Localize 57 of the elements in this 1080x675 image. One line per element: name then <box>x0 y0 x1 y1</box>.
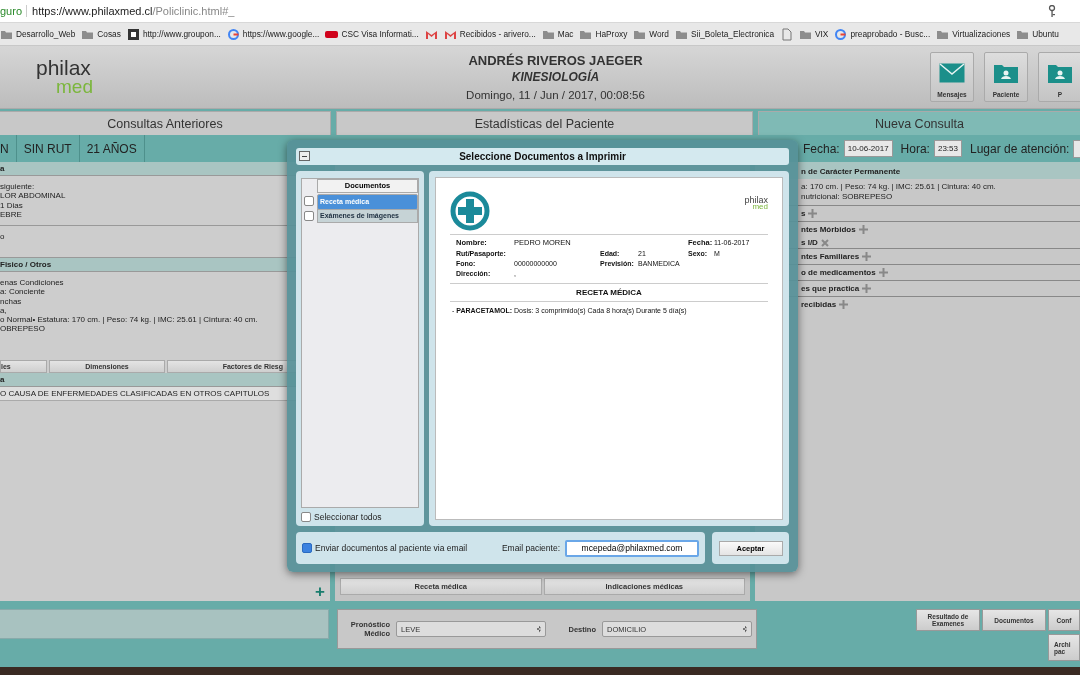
bookmark[interactable]: https://www.google... <box>226 27 320 41</box>
bookmark[interactable]: Cosas <box>81 27 121 41</box>
logo-text: med <box>752 204 768 211</box>
logo-text: med <box>56 77 94 96</box>
date-field[interactable]: 10-06-2017 <box>843 140 893 157</box>
text-line: OBREPESO <box>0 324 45 334</box>
text-line: 1 Dias <box>0 200 23 210</box>
text-line: enas Condiciones <box>0 278 64 288</box>
section-title: o de medicamentos <box>801 268 876 277</box>
address-field[interactable]: https://www.philaxmed.cl/Policlinic.html#_ <box>27 5 1048 17</box>
checkbox-label: Seleccionar todos <box>314 512 382 523</box>
doctor-name: ANDRÉS RIVEROS JAEGER <box>468 53 643 68</box>
text-line: nutricional: SOBREPESO <box>801 192 893 203</box>
tab[interactable]: Nueva Consulta <box>758 111 1080 135</box>
field-label: Fecha: <box>803 141 840 156</box>
specialty: KINESIOLOGÍA <box>511 70 600 84</box>
field-label: Hora: <box>900 141 930 156</box>
bookmark[interactable]: HaProxy <box>579 27 628 41</box>
text-line: EBRE <box>0 209 22 220</box>
bookmark[interactable]: Ubuntu <box>1016 27 1059 41</box>
section-title: es que practica <box>801 284 860 293</box>
section-title: ntes Mórbidos <box>801 225 856 234</box>
section-title: ntes Familiares <box>801 252 860 261</box>
checkbox-label: Enviar documentos al paciente via email <box>315 543 468 554</box>
tab[interactable]: Consultas Anteriores <box>0 111 331 135</box>
text-line: o <box>0 232 5 242</box>
text-line: nchas <box>0 296 22 306</box>
bookmark[interactable]: VIX <box>799 27 829 41</box>
bookmark[interactable]: Virtualizaciones <box>936 27 1011 41</box>
section-title: s <box>801 209 806 218</box>
date-time: Domingo, 11 / Jun / 2017, 00:08:56 <box>466 89 645 101</box>
text-line: a: Conciente <box>0 287 45 297</box>
logo-text: philax <box>744 196 768 205</box>
bookmark[interactable]: Recibidos - arivero... <box>443 27 536 41</box>
bookmark[interactable]: Sii_Boleta_Electronica <box>675 27 775 41</box>
bookmark[interactable]: Mac <box>541 27 574 41</box>
text-line: LOR ABDOMINAL <box>0 191 66 201</box>
bookmark[interactable]: Desarrollo_Web <box>0 27 76 41</box>
section-title: s I/D <box>801 238 818 247</box>
text-line: o Normal• Estatura: 170 cm. | Peso: 74 kg. | IMC: 25.61 | Cintura: 40 cm. <box>0 315 258 325</box>
text-line: a, <box>0 305 7 316</box>
field-label: Email paciente: <box>501 543 560 554</box>
text-line: a: 170 cm. | Peso: 74 kg. | IMC: 25.61 | Cintura: 40 cm. <box>801 181 996 192</box>
dialog-title: Seleccione Documentos a Imprimir <box>458 150 627 162</box>
time-field[interactable]: 23:53 <box>933 140 962 157</box>
bookmark[interactable]: Word <box>633 27 669 41</box>
section-title: recibidas <box>801 300 837 309</box>
tab[interactable]: Estadísticas del Paciente <box>336 111 753 135</box>
bookmark[interactable]: preaprobado - Busc... <box>834 27 931 41</box>
text-line: siguiente: <box>0 182 35 192</box>
security-label: guro <box>0 5 28 17</box>
bookmark[interactable]: CSC Visa Informati... <box>325 27 419 41</box>
bookmark[interactable]: http://www.groupon... <box>126 27 221 41</box>
email-field[interactable]: mcepeda@philaxmed.com <box>565 539 699 557</box>
logo-text: philax <box>36 58 92 78</box>
field-label: Lugar de atención: <box>970 141 1070 156</box>
document-title: RECETA MÉDICA <box>450 283 768 302</box>
